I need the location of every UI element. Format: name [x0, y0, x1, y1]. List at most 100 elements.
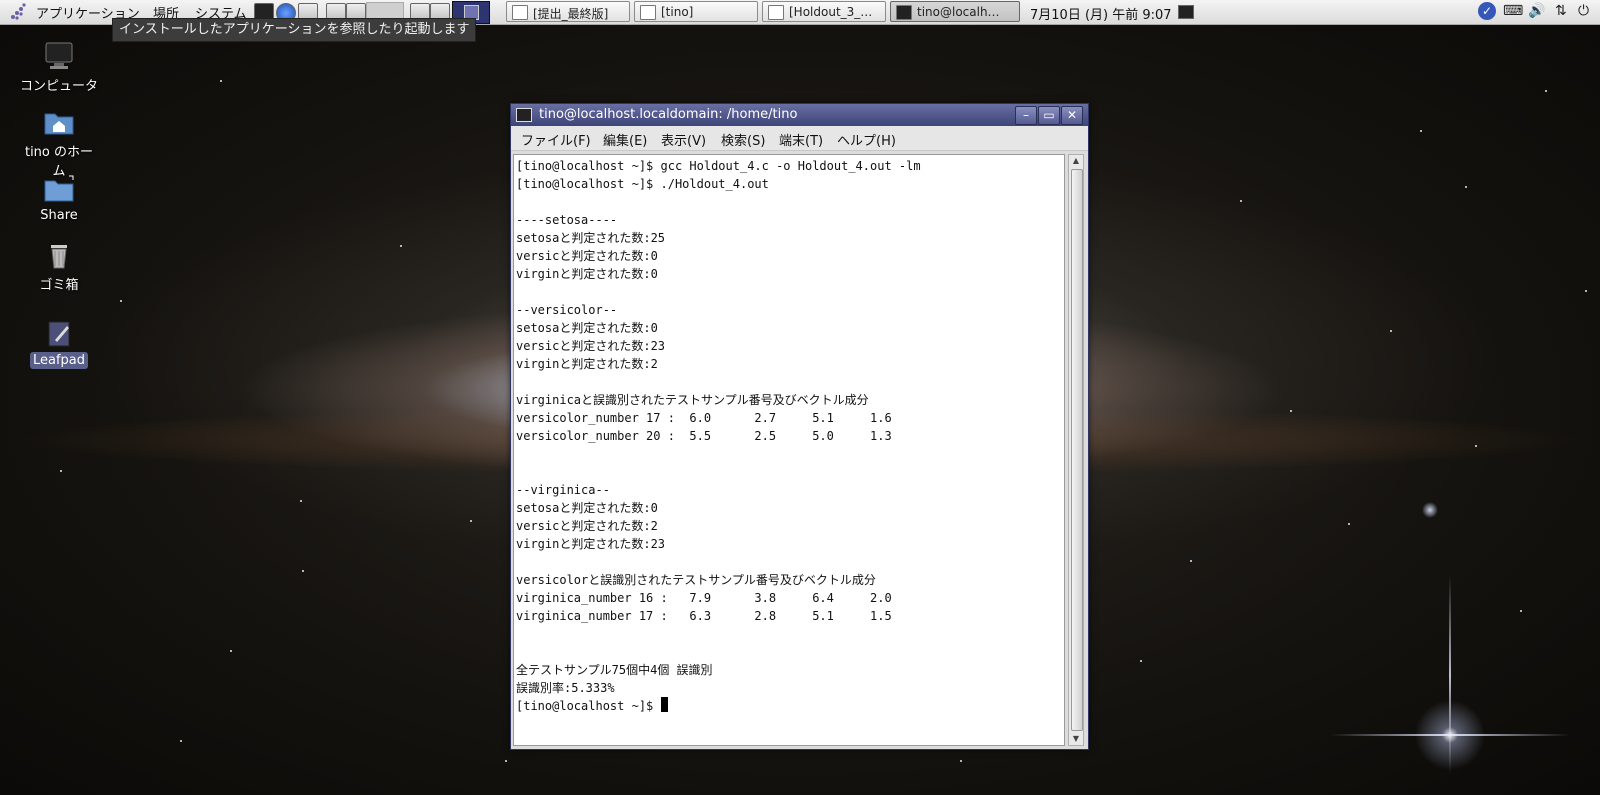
- terminal-line: versicと判定された数:2: [516, 519, 658, 533]
- scrollbar-thumb[interactable]: [1071, 169, 1083, 731]
- applications-menu-tooltip: インストールしたアプリケーションを参照したり起動します: [112, 18, 477, 42]
- star: [470, 520, 472, 522]
- star: [1140, 660, 1142, 662]
- star: [220, 80, 222, 82]
- terminal-icon: [896, 5, 912, 20]
- menu-view[interactable]: 表示(V): [661, 130, 706, 149]
- terminal-line: versicolorと誤識別されたテストサンプル番号及びベクトル成分: [516, 573, 876, 587]
- menu-file[interactable]: ファイル(F): [521, 130, 591, 149]
- star: [180, 740, 182, 742]
- terminal-output: [tino@localhost ~]$ gcc Holdout_4.c -o H…: [514, 155, 1064, 715]
- maximize-button[interactable]: ▭: [1038, 106, 1060, 125]
- terminal-line: virginica_number 16 : 7.9 3.8 6.4 2.0: [516, 591, 892, 605]
- distro-logo-icon[interactable]: [8, 2, 28, 22]
- desktop-icon-label: tino のホーム: [24, 145, 94, 179]
- star: [302, 570, 304, 572]
- terminal-prompt: [tino@localhost ~]$: [516, 699, 661, 713]
- star: [300, 500, 302, 502]
- task-button-tino[interactable]: [tino]: [634, 1, 758, 22]
- desktop-icon-home[interactable]: tino のホーム: [16, 108, 102, 180]
- scroll-up-arrow-icon[interactable]: ▲: [1071, 156, 1081, 166]
- star: [120, 300, 122, 302]
- home-folder-icon: [43, 108, 75, 136]
- task-button-terminal[interactable]: tino@localh…: [890, 1, 1020, 22]
- desktop-icon-trash[interactable]: ゴミ箱: [16, 241, 102, 294]
- star: [1420, 130, 1422, 132]
- window-menubar: ファイル(F) 編集(E) 表示(V) 検索(S) 端末(T) ヘルプ(H): [511, 126, 1088, 151]
- terminal-line: --versicolor--: [516, 303, 618, 317]
- volume-icon[interactable]: 🔊: [1528, 3, 1545, 19]
- terminal-line: virginicaと誤識別されたテストサンプル番号及びベクトル成分: [516, 393, 869, 407]
- star: [1390, 330, 1392, 332]
- star: [1585, 290, 1587, 292]
- menu-help[interactable]: ヘルプ(H): [837, 130, 896, 149]
- star: [1240, 200, 1242, 202]
- terminal-line: [tino@localhost ~]$ ./Holdout_4.out: [516, 177, 769, 191]
- desktop-icon-leafpad[interactable]: Leafpad: [16, 320, 102, 369]
- network-icon[interactable]: ⇅: [1555, 3, 1567, 19]
- terminal-line: versicと判定された数:23: [516, 339, 666, 353]
- terminal-scrollbar[interactable]: ▲ ▼: [1068, 154, 1084, 746]
- terminal-line: virginと判定された数:23: [516, 537, 666, 551]
- menu-terminal[interactable]: 端末(T): [779, 130, 823, 149]
- window-titlebar[interactable]: tino@localhost.localdomain: /home/tino –…: [511, 104, 1088, 126]
- task-label: tino@localh…: [917, 5, 1000, 19]
- star: [1465, 186, 1467, 188]
- task-button-folder-final[interactable]: [提出_最終版]: [506, 1, 630, 22]
- close-button[interactable]: ✕: [1061, 106, 1083, 125]
- star: [1290, 410, 1292, 412]
- terminal-status-icon[interactable]: [1178, 5, 1194, 19]
- terminal-icon: [516, 108, 532, 122]
- terminal-output-area[interactable]: [tino@localhost ~]$ gcc Holdout_4.c -o H…: [513, 154, 1065, 746]
- terminal-line: versicと判定された数:0: [516, 249, 658, 263]
- task-label: [tino]: [661, 5, 694, 19]
- terminal-line: versicolor_number 20 : 5.5 2.5 5.0 1.3: [516, 429, 892, 443]
- star: [230, 650, 232, 652]
- keyboard-icon[interactable]: ⌨: [1503, 3, 1523, 19]
- star: [1545, 90, 1547, 92]
- window-title: tino@localhost.localdomain: /home/tino: [539, 107, 798, 122]
- star: [1520, 610, 1522, 612]
- star: [60, 470, 62, 472]
- terminal-line: setosaと判定された数:0: [516, 501, 658, 515]
- terminal-line: 誤識別率:5.333%: [516, 681, 615, 695]
- text-editor-icon: [768, 5, 784, 20]
- star: [960, 760, 962, 762]
- leafpad-icon: [43, 320, 75, 348]
- desktop-icon-computer[interactable]: コンピュータ: [16, 42, 102, 95]
- power-icon[interactable]: ⏻: [1578, 3, 1589, 19]
- desktop-icon-label: Share: [40, 208, 78, 223]
- clock[interactable]: 7月10日 (月) 午前 9:07: [1030, 4, 1172, 23]
- folder-link-icon: [43, 175, 75, 203]
- menu-search[interactable]: 検索(S): [721, 130, 765, 149]
- desktop-icon-share[interactable]: Share: [16, 175, 102, 224]
- wallpaper-flare-vertical: [1449, 575, 1451, 775]
- trash-icon: [43, 241, 75, 269]
- terminal-line: versicolor_number 17 : 6.0 2.7 5.1 1.6: [516, 411, 892, 425]
- star: [1190, 560, 1192, 562]
- terminal-line: setosaと判定された数:25: [516, 231, 666, 245]
- menu-edit[interactable]: 編集(E): [603, 130, 647, 149]
- update-notifier-icon[interactable]: ✓: [1478, 2, 1496, 20]
- computer-icon: [43, 42, 75, 70]
- folder-icon: [512, 5, 528, 20]
- folder-icon: [640, 5, 656, 20]
- task-button-holdout3[interactable]: [Holdout_3_…: [762, 1, 886, 22]
- star: [505, 760, 507, 762]
- task-label: [Holdout_3_…: [789, 5, 873, 19]
- scroll-down-arrow-icon[interactable]: ▼: [1071, 734, 1081, 744]
- terminal-window: tino@localhost.localdomain: /home/tino –…: [510, 103, 1089, 750]
- desktop-icon-label: Leafpad: [29, 352, 89, 369]
- desktop-icon-label: コンピュータ: [19, 79, 98, 94]
- terminal-line: ----setosa----: [516, 213, 618, 227]
- terminal-line: virginica_number 17 : 6.3 2.8 5.1 1.5: [516, 609, 892, 623]
- star: [1348, 523, 1350, 525]
- terminal-line: 全テストサンプル75個中4個 誤識別: [516, 663, 713, 677]
- minimize-button[interactable]: –: [1015, 106, 1037, 125]
- star: [1475, 445, 1477, 447]
- terminal-line: [tino@localhost ~]$ gcc Holdout_4.c -o H…: [516, 159, 921, 173]
- terminal-line: virginと判定された数:0: [516, 267, 658, 281]
- terminal-cursor: [660, 697, 668, 712]
- desktop-icon-label: ゴミ箱: [39, 278, 79, 293]
- terminal-line: --virginica--: [516, 483, 610, 497]
